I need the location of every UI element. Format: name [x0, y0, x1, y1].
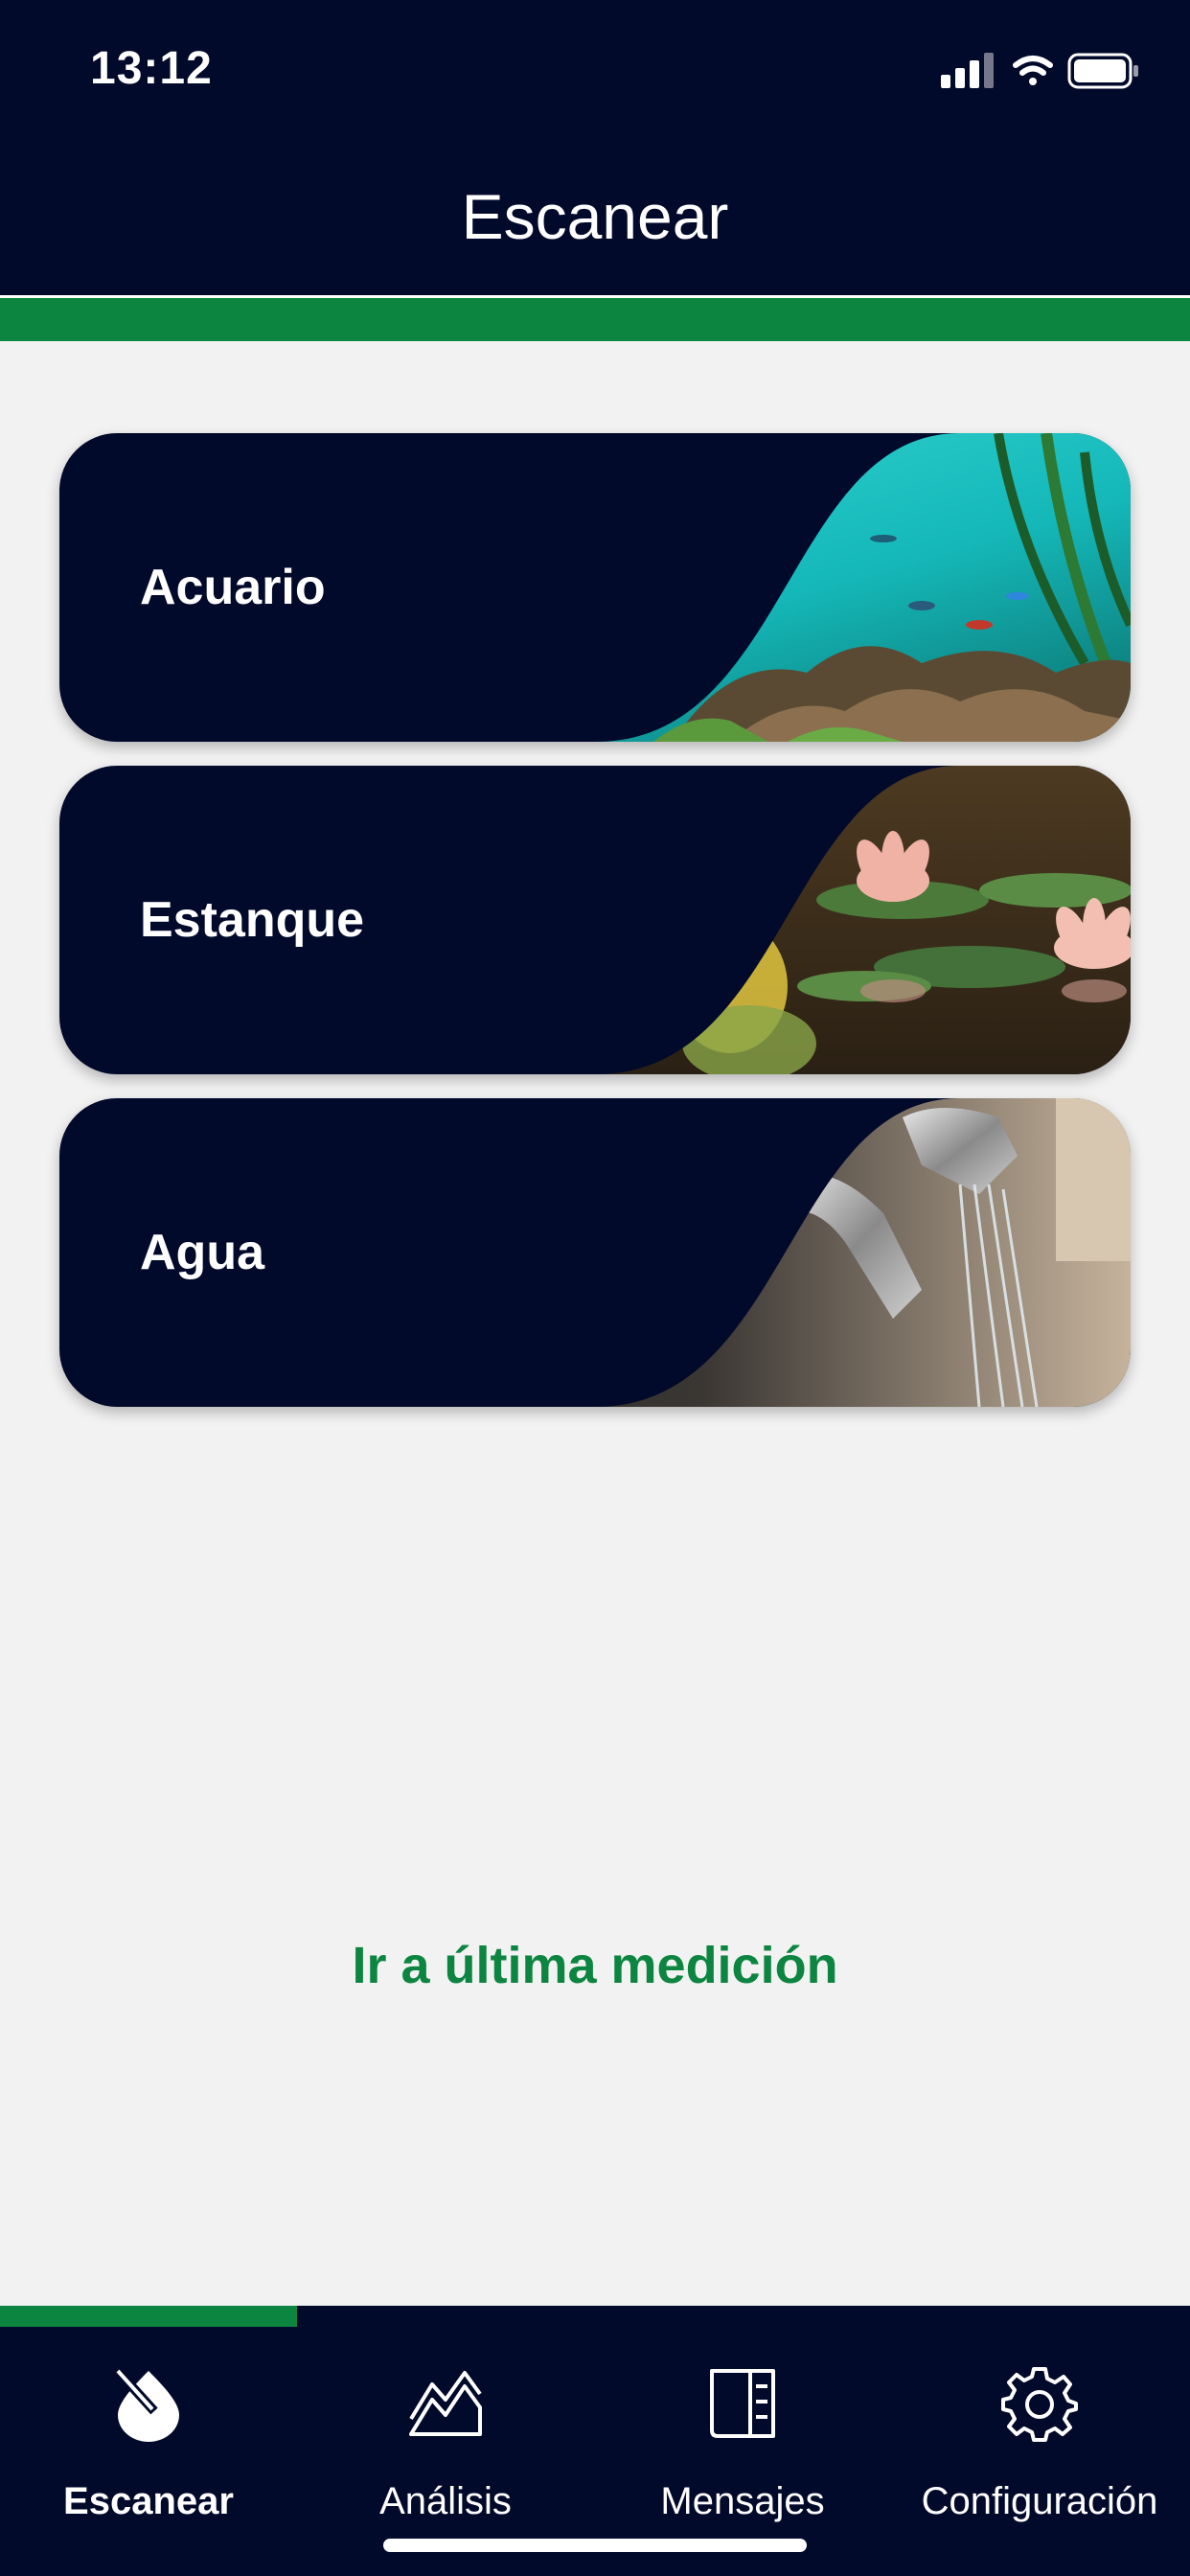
navigation-bar: Escanear	[0, 144, 1190, 298]
lotus-flower	[857, 831, 929, 902]
messages-icon	[710, 2369, 775, 2438]
tab-scan[interactable]: Escanear	[0, 2327, 297, 2522]
signal-wifi-battery-icons	[941, 53, 1138, 89]
tab-analysis[interactable]: Análisis	[297, 2327, 594, 2522]
card-water[interactable]: Agua	[59, 1098, 1131, 1407]
tab-messages[interactable]: Mensajes	[594, 2327, 891, 2522]
status-bar: 13:12	[0, 0, 1190, 144]
tab-bar: Escanear Análisis Mensajes Configuración	[0, 2306, 1190, 2576]
header-accent-strip	[0, 298, 1190, 341]
tab-label: Configuración	[921, 2480, 1158, 2522]
card-label: Acuario	[140, 560, 326, 615]
analysis-chart-icon	[409, 2371, 482, 2436]
card-aquarium[interactable]: Acuario	[59, 433, 1131, 742]
cellular-signal-icon	[941, 53, 994, 88]
scan-drop-icon	[112, 2365, 179, 2442]
tab-settings[interactable]: Configuración	[891, 2327, 1188, 2522]
wifi-icon	[1013, 56, 1053, 85]
tab-label: Análisis	[379, 2480, 512, 2522]
status-icons	[939, 50, 1140, 92]
home-indicator[interactable]	[383, 2539, 807, 2552]
tab-label: Escanear	[63, 2480, 234, 2522]
active-tab-indicator	[0, 2306, 297, 2327]
gear-icon	[1001, 2367, 1078, 2442]
page-title: Escanear	[461, 181, 729, 252]
card-pond[interactable]: Estanque	[59, 766, 1131, 1074]
status-time: 13:12	[90, 43, 213, 94]
battery-icon	[1067, 53, 1138, 89]
card-label: Agua	[140, 1225, 264, 1280]
card-label: Estanque	[140, 892, 365, 948]
tab-label: Mensajes	[660, 2480, 825, 2522]
last-measurement-link[interactable]: Ir a última medición	[0, 1936, 1190, 1995]
